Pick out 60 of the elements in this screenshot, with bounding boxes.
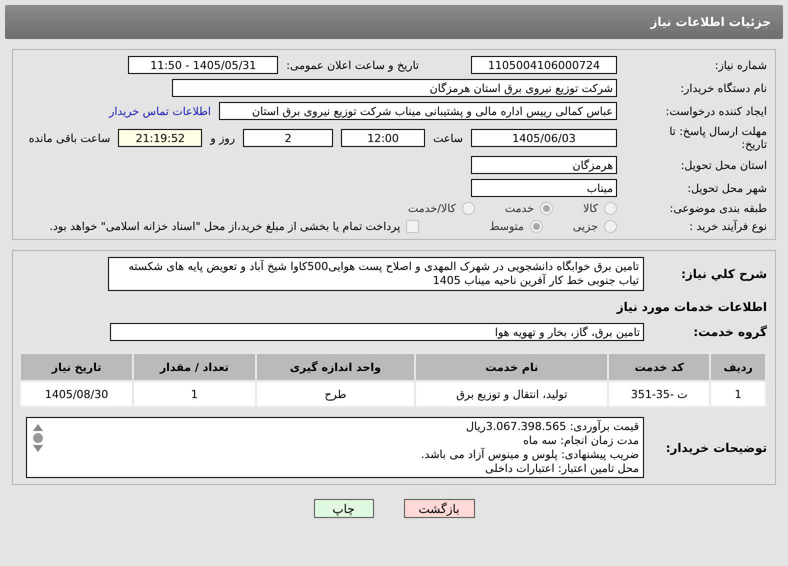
column-header: واحد اندازه گیری [256,353,416,381]
days-field[interactable]: 2 [243,129,334,147]
service-group-field[interactable]: تامین برق، گاز، بخار و تهویه هوا [110,323,644,341]
radio-button[interactable] [604,220,617,233]
scroll-down-icon[interactable] [33,445,43,452]
table-cell: 1 [710,381,766,407]
description-field[interactable]: تامین برق خوابگاه دانشجویی در شهرک المهدی و اصلاح پست هوایی500کاوا شیخ آباد و تعویض پایه های شکسته تیاب جنوبی خط کار آفرین ناحیه میناب 1405 [108,257,644,291]
back-button[interactable]: بازگشت [404,499,474,518]
option-label: متوسط [489,220,524,233]
field-label: شماره نیاز: [714,58,767,72]
field-label: تاریخ و ساعت اعلان عمومی: [286,58,419,72]
buyer-field[interactable]: شرکت توزیع نیروی برق استان هرمزگان [172,79,617,97]
field-label: شهر محل تحویل: [686,182,767,194]
checkbox[interactable] [406,220,420,233]
column-header: ردیف [710,353,766,381]
buyer-contact-link[interactable]: اطلاعات تماس خریدار [109,104,211,118]
table-cell: ت -35-351 [608,381,710,407]
table-cell: تولید، انتقال و توزیع برق [415,381,608,407]
radio-button[interactable] [530,220,543,233]
province-field[interactable]: هرمزگان [471,156,617,174]
option-label: کالا/خدمت [408,202,456,215]
print-button[interactable]: چاپ [314,499,374,518]
field-label: روز و [210,132,236,144]
deadline-time-field[interactable]: 12:00 [341,129,426,147]
option-label: پرداخت تمام یا بخشی از مبلغ خرید،از محل "اسناد خزانه اسلامی" خواهد بود. [50,220,400,233]
field-label: گروه خدمت: [692,325,767,339]
need-number-field[interactable]: 1105004106000724 [471,56,617,74]
field-label: ایجاد کننده درخواست: [664,104,767,118]
column-header: تاریخ نیاز [20,353,134,381]
creator-field[interactable]: عباس کمالی رییس اداره مالی و پشتیبانی میناب شرکت توزیع نیروی برق استان [219,102,617,120]
table-cell: طرح [256,381,416,407]
field-label: استان محل تحویل: [680,158,767,172]
city-field[interactable]: میناب [471,179,617,197]
column-header: تعداد / مقدار [133,353,256,381]
announce-date-field[interactable]: 1405/05/31 - 11:50 [128,56,278,74]
deadline-date-field[interactable]: 1405/06/03 [471,129,617,147]
section-heading: اطلاعات خدمات مورد نياز [615,299,767,316]
page-title: جزئیات اطلاعات نیاز [650,15,771,29]
field-label: طبقه بندی موضوعی: [668,202,767,215]
field-label: مهلت ارسال پاسخ: تا تاریخ: [668,125,767,151]
field-label: ساعت [433,132,463,144]
column-header: کد خدمت [608,353,710,381]
scroll-up-icon[interactable] [33,424,43,431]
buyer-notes-field[interactable]: قیمت برآوردی: 3.067.398.565ریال مدت زمان انجام: سه ماه ضریب پیشنهادی: پلوس و مینوس آزاد می باشد. محل تامین اعتبار: اعتبارات داخلی [26,417,644,478]
table-cell: 1405/08/30 [20,381,134,407]
option-label: کالا [583,202,598,215]
column-header: نام خدمت [415,353,608,381]
radio-button[interactable] [540,202,554,215]
scroll-thumb-icon[interactable] [33,433,43,443]
option-label: خدمت [504,202,534,215]
radio-button[interactable] [462,202,475,215]
remaining-time-field[interactable]: 21:19:52 [118,129,202,147]
option-label: جزیی [572,220,598,233]
field-label: شرح کلي نياز: [680,267,767,281]
table-cell: 1 [133,381,256,407]
field-label: نوع فرآیند خرید : [688,220,767,233]
field-label: توضیحات خریدار: [664,440,767,454]
field-label: ساعت باقی مانده [28,132,110,144]
field-label: نام دستگاه خریدار: [679,82,767,94]
radio-button[interactable] [604,202,617,215]
